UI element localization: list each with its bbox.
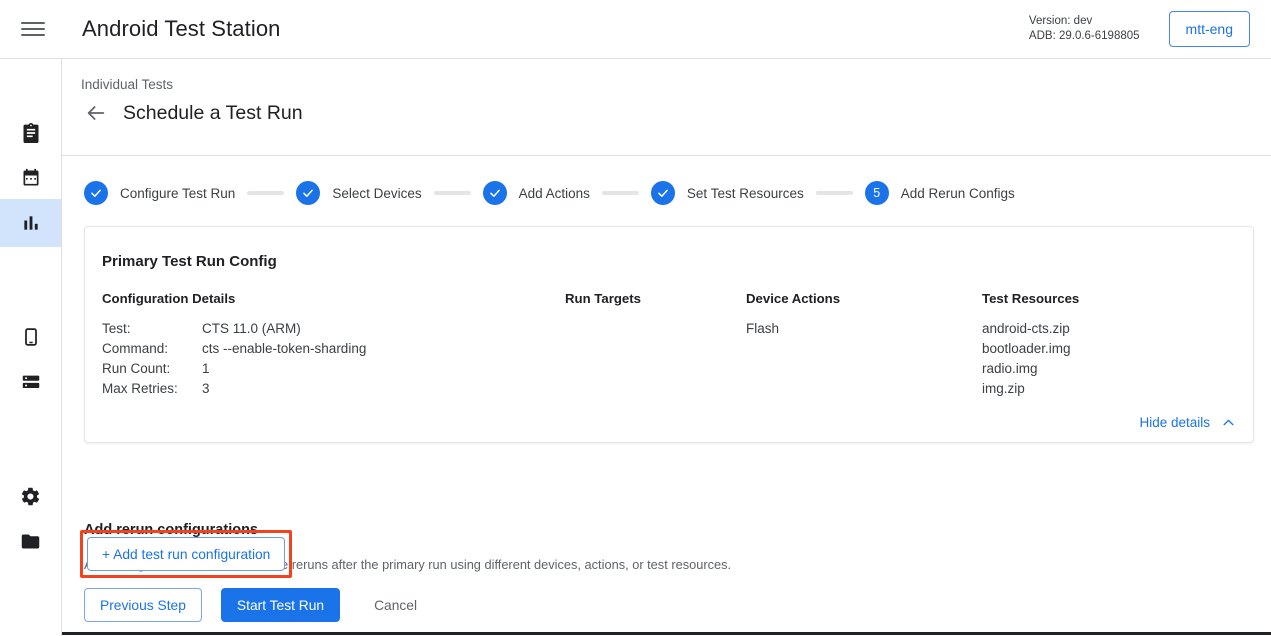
step-badge-complete	[483, 181, 507, 205]
bar-chart-icon	[21, 213, 41, 233]
column-run-targets: Run Targets	[565, 291, 641, 319]
column-header: Configuration Details	[102, 291, 366, 306]
page-header: Individual Tests Schedule a Test Run	[62, 59, 1271, 128]
page-title: Schedule a Test Run	[123, 102, 303, 125]
list-item: android-cts.zip	[982, 319, 1079, 339]
step-configure-test-run[interactable]: Configure Test Run	[84, 181, 235, 205]
step-connector	[247, 191, 284, 195]
step-badge-current: 5	[865, 181, 889, 205]
topbar-right-group: Version: dev ADB: 29.0.6-6198805 mtt-eng	[1029, 11, 1271, 47]
row-value: 3	[202, 379, 210, 399]
row-value: CTS 11.0 (ARM)	[202, 319, 301, 339]
step-label: Add Actions	[519, 186, 590, 201]
server-rack-icon	[20, 371, 42, 393]
user-account-chip[interactable]: mtt-eng	[1169, 11, 1250, 47]
sidebar-nav	[0, 59, 62, 636]
title-row: Schedule a Test Run	[81, 98, 1271, 128]
version-info: Version: dev ADB: 29.0.6-6198805	[1029, 14, 1140, 44]
list-item: bootloader.img	[982, 339, 1079, 359]
breadcrumb[interactable]: Individual Tests	[81, 77, 1271, 92]
main-content: Individual Tests Schedule a Test Run Con…	[62, 59, 1271, 636]
hide-details-label: Hide details	[1139, 415, 1210, 430]
row-value: cts --enable-token-sharding	[202, 339, 366, 359]
column-configuration-details: Configuration Details Test: CTS 11.0 (AR…	[102, 291, 366, 399]
step-add-actions[interactable]: Add Actions	[483, 181, 590, 205]
step-label: Select Devices	[332, 186, 421, 201]
table-row: Command: cts --enable-token-sharding	[102, 339, 366, 359]
list-item: radio.img	[982, 359, 1079, 379]
row-key: Max Retries:	[102, 379, 202, 399]
table-row: Max Retries: 3	[102, 379, 366, 399]
row-value: 1	[202, 359, 210, 379]
step-badge-complete	[84, 181, 108, 205]
wizard-footer-actions: Previous Step Start Test Run Cancel	[84, 588, 432, 622]
row-key: Run Count:	[102, 359, 202, 379]
sidebar-item-settings[interactable]	[0, 472, 61, 520]
sidebar-item-individual-tests[interactable]	[0, 199, 61, 247]
clipboard-icon	[21, 123, 41, 143]
phone-icon	[21, 327, 41, 347]
arrow-left-icon[interactable]	[81, 98, 111, 128]
sidebar-item-test-runs[interactable]	[0, 109, 61, 157]
sidebar-item-devices[interactable]	[0, 313, 61, 361]
step-connector	[816, 191, 853, 195]
start-test-run-button[interactable]: Start Test Run	[221, 588, 340, 622]
step-label: Add Rerun Configs	[901, 186, 1015, 201]
table-row: Test: CTS 11.0 (ARM)	[102, 319, 366, 339]
version-line: Version: dev	[1029, 14, 1140, 29]
add-config-highlight: + Add test run configuration	[80, 530, 292, 578]
adb-version-line: ADB: 29.0.6-6198805	[1029, 29, 1140, 44]
column-device-actions: Device Actions Flash	[746, 291, 840, 339]
bottom-rule	[62, 632, 1271, 635]
column-header: Device Actions	[746, 291, 840, 306]
step-badge-complete	[651, 181, 675, 205]
column-header: Test Resources	[982, 291, 1079, 306]
step-badge-complete	[296, 181, 320, 205]
column-test-resources: Test Resources android-cts.zip bootloade…	[982, 291, 1079, 399]
cancel-button[interactable]: Cancel	[359, 588, 432, 622]
sidebar-item-hosts[interactable]	[0, 358, 61, 406]
calendar-icon	[21, 168, 41, 188]
row-key: Command:	[102, 339, 202, 359]
column-header: Run Targets	[565, 291, 641, 306]
step-set-test-resources[interactable]: Set Test Resources	[651, 181, 804, 205]
table-row: Run Count: 1	[102, 359, 366, 379]
card-title: Primary Test Run Config	[85, 227, 1253, 270]
step-connector	[602, 191, 639, 195]
step-select-devices[interactable]: Select Devices	[296, 181, 421, 205]
folder-icon	[20, 531, 41, 552]
step-label: Configure Test Run	[120, 186, 235, 201]
step-connector	[434, 191, 471, 195]
header-divider	[62, 155, 1271, 156]
top-app-bar: Android Test Station Version: dev ADB: 2…	[0, 0, 1271, 59]
step-label: Set Test Resources	[687, 186, 804, 201]
row-key: Test:	[102, 319, 202, 339]
previous-step-button[interactable]: Previous Step	[84, 588, 202, 622]
sidebar-item-test-plans[interactable]	[0, 154, 61, 202]
page-title-app: Android Test Station	[82, 16, 281, 42]
step-add-rerun-configs[interactable]: 5 Add Rerun Configs	[865, 181, 1015, 205]
list-item: img.zip	[982, 379, 1079, 399]
chevron-up-icon	[1221, 415, 1236, 430]
hide-details-toggle[interactable]: Hide details	[1139, 415, 1236, 430]
gear-icon	[20, 486, 41, 507]
wizard-stepper: Configure Test Run Select Devices Add Ac…	[84, 181, 1015, 205]
list-item: Flash	[746, 319, 840, 339]
primary-test-run-config-card: Primary Test Run Config Configuration De…	[84, 226, 1254, 443]
sidebar-item-file-browser[interactable]	[0, 517, 61, 565]
add-test-run-configuration-button[interactable]: + Add test run configuration	[87, 537, 285, 571]
hamburger-menu-icon[interactable]	[9, 5, 57, 53]
